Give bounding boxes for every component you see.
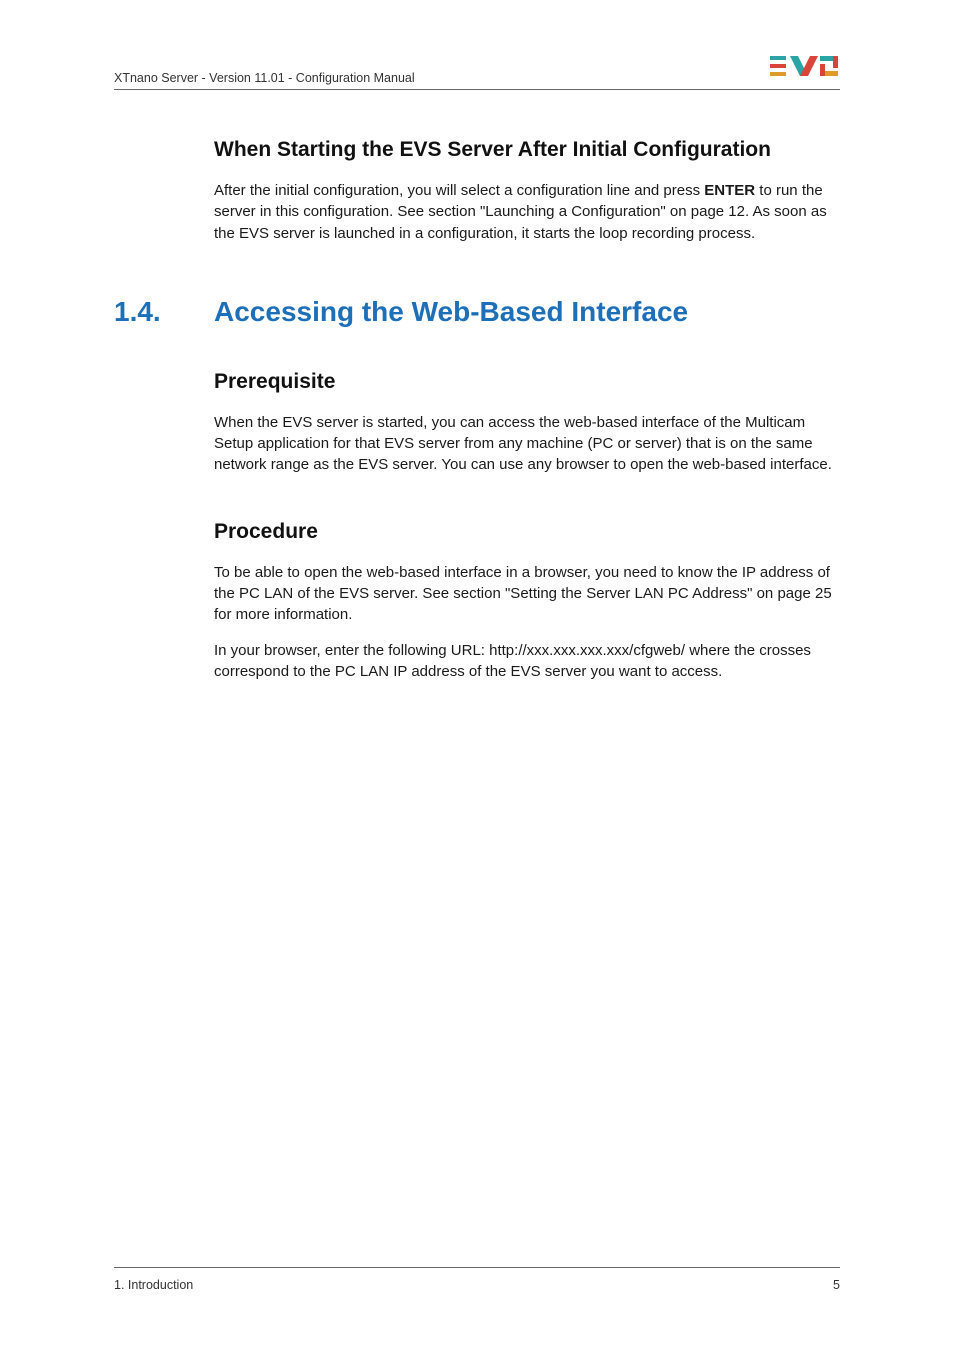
enter-key-label: ENTER [704,182,755,199]
para-text: After the initial configuration, you wil… [214,182,704,199]
procedure-paragraph-1: To be able to open the web-based interfa… [214,562,840,626]
footer-chapter: 1. Introduction [114,1278,193,1292]
section-heading-row: 1.4. Accessing the Web-Based Interface [114,296,840,328]
page-header: XTnano Server - Version 11.01 - Configur… [114,54,840,90]
prerequisite-heading: Prerequisite [214,370,840,394]
section-number: 1.4. [114,296,214,328]
section-title: Accessing the Web-Based Interface [214,296,688,328]
procedure-paragraph-2: In your browser, enter the following URL… [214,640,840,683]
procedure-heading: Procedure [214,520,840,544]
header-title: XTnano Server - Version 11.01 - Configur… [114,71,415,85]
prerequisite-paragraph: When the EVS server is started, you can … [214,412,840,476]
page-footer: 1. Introduction 5 [114,1267,840,1292]
subsection-heading-starting: When Starting the EVS Server After Initi… [214,138,840,162]
evs-logo-icon [770,54,840,85]
section1-paragraph: After the initial configuration, you wil… [214,180,840,244]
footer-page-number: 5 [833,1278,840,1292]
